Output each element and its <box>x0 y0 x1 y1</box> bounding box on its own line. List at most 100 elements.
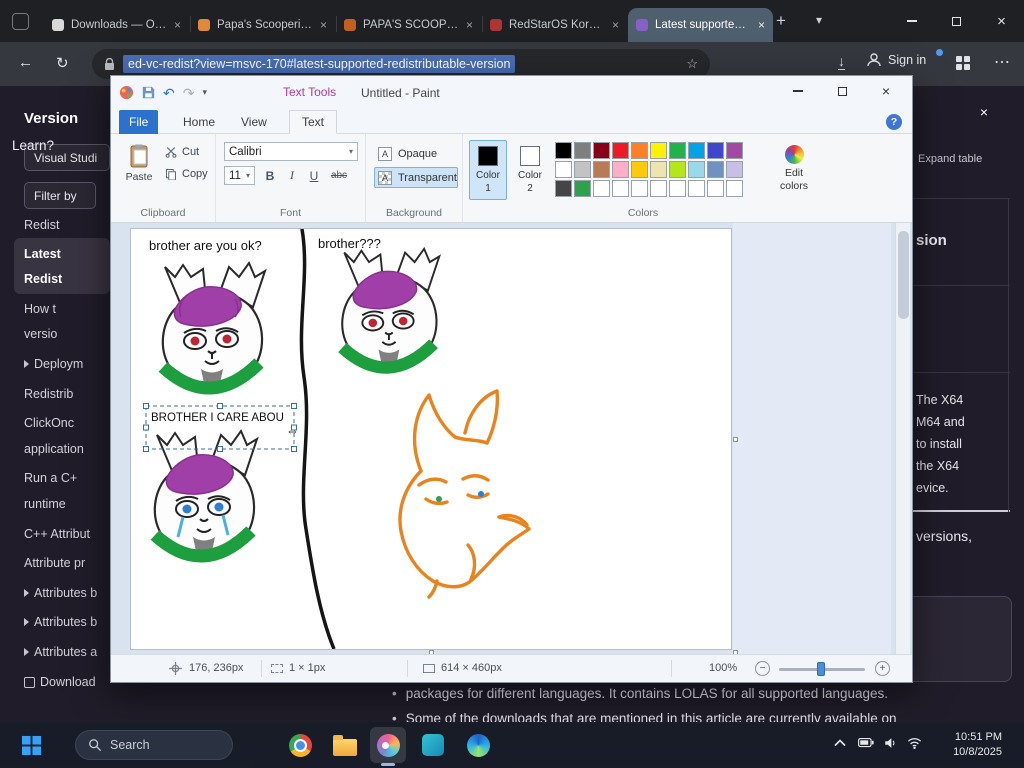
sidebar-item-download[interactable]: Download <box>24 672 96 692</box>
palette-swatch[interactable] <box>726 142 743 159</box>
transparent-button[interactable]: A Transparent <box>374 167 458 188</box>
tab-close-icon[interactable]: × <box>320 18 327 32</box>
tab-close-icon[interactable]: × <box>612 18 619 32</box>
palette-swatch[interactable] <box>726 161 743 178</box>
sidebar-item[interactable]: Attribute pr <box>24 553 85 573</box>
color2-button[interactable]: Color 2 <box>511 140 549 200</box>
taskbar-edge-icon[interactable] <box>460 727 496 763</box>
filter-by-button[interactable]: Filter by <box>24 182 96 209</box>
sidebar-item[interactable]: How t <box>24 299 56 319</box>
paste-button[interactable]: Paste <box>119 140 159 200</box>
palette-swatch[interactable] <box>574 180 591 197</box>
palette-swatch[interactable] <box>631 142 648 159</box>
zoom-slider-thumb[interactable] <box>817 662 825 676</box>
browser-tab-active[interactable]: Latest supporte… × <box>628 8 773 42</box>
search-input[interactable]: Search <box>75 730 233 760</box>
scrollbar-thumb[interactable] <box>898 231 909 319</box>
palette-swatch[interactable] <box>650 180 667 197</box>
color1-button[interactable]: Color 1 <box>469 140 507 200</box>
start-button[interactable] <box>16 730 46 760</box>
palette-swatch[interactable] <box>669 161 686 178</box>
palette-swatch[interactable] <box>612 161 629 178</box>
profile-sign-in[interactable]: Sign in <box>866 49 943 68</box>
palette-swatch[interactable] <box>669 142 686 159</box>
bookmark-star-icon[interactable]: ☆ <box>686 56 698 72</box>
group-label-clipboard[interactable]: Clipboard <box>111 207 215 219</box>
sidebar-item-selected[interactable]: Redist <box>24 269 62 289</box>
sidebar-item[interactable]: Deploym <box>24 354 83 374</box>
feedback-text-fragment[interactable]: Learn? <box>12 138 54 153</box>
paint-maximize-button[interactable] <box>820 76 864 106</box>
palette-swatch[interactable] <box>669 180 686 197</box>
undo-icon[interactable]: ↶ <box>163 86 175 100</box>
taskbar-dev-app-icon[interactable] <box>415 727 451 763</box>
taskbar-chrome-icon[interactable] <box>282 727 318 763</box>
tab-view[interactable]: View <box>231 110 277 134</box>
tray-overflow-chevron-icon[interactable] <box>834 739 846 747</box>
paint-minimize-button[interactable] <box>776 76 820 106</box>
palette-swatch[interactable] <box>631 161 648 178</box>
tab-close-icon[interactable]: × <box>174 18 181 32</box>
taskbar-file-explorer-icon[interactable] <box>327 727 363 763</box>
tab-file[interactable]: File <box>119 110 159 134</box>
browser-essentials-icon[interactable] <box>956 56 970 70</box>
palette-swatch[interactable] <box>707 161 724 178</box>
palette-swatch[interactable] <box>688 142 705 159</box>
sidebar-item[interactable]: runtime <box>24 494 66 514</box>
zoom-out-button[interactable]: − <box>755 661 770 676</box>
cut-button[interactable]: Cut <box>165 146 199 158</box>
palette-swatch[interactable] <box>726 180 743 197</box>
palette-swatch[interactable] <box>631 180 648 197</box>
paint-canvas-drawing[interactable]: brother are you ok? brother??? BROTHER I… <box>131 229 731 649</box>
close-icon[interactable]: × <box>980 104 988 120</box>
font-family-combobox[interactable]: Calibri ▾ <box>224 142 358 161</box>
palette-swatch[interactable] <box>612 180 629 197</box>
bold-button[interactable]: B <box>260 166 280 185</box>
redo-icon[interactable]: ↷ <box>183 86 195 100</box>
palette-swatch[interactable] <box>650 142 667 159</box>
sidebar-item[interactable]: Attributes b <box>24 583 97 603</box>
downloads-icon[interactable]: ↓ <box>838 53 845 70</box>
sidebar-item[interactable]: C++ Attribut <box>24 524 90 544</box>
zoom-slider[interactable] <box>779 662 865 676</box>
qat-dropdown-icon[interactable]: ▾ <box>202 87 207 98</box>
new-tab-button[interactable]: + <box>776 11 786 31</box>
browser-tab[interactable]: Downloads — O… × <box>44 8 189 42</box>
window-close-button[interactable]: × <box>979 0 1024 42</box>
settings-menu-icon[interactable]: ⋯ <box>994 52 1010 72</box>
palette-swatch[interactable] <box>650 161 667 178</box>
palette-swatch[interactable] <box>707 180 724 197</box>
sidebar-item[interactable]: application <box>24 439 84 459</box>
paint-title-bar[interactable]: ↶ ↷ ▾ Text Tools Untitled - Paint × <box>111 76 912 110</box>
browser-tab[interactable]: PAPA'S SCOOPER… × <box>336 8 481 42</box>
palette-swatch[interactable] <box>612 142 629 159</box>
zoom-in-button[interactable]: + <box>875 661 890 676</box>
window-maximize-button[interactable] <box>934 0 979 42</box>
font-size-combobox[interactable]: 11 ▾ <box>224 166 255 185</box>
tab-text-active[interactable]: Text <box>289 110 337 134</box>
palette-swatch[interactable] <box>555 180 572 197</box>
tab-close-icon[interactable]: × <box>466 18 473 32</box>
tab-home[interactable]: Home <box>173 110 225 134</box>
sidebar-item-selected[interactable]: Latest <box>24 244 61 264</box>
browser-tab[interactable]: Papa's Scooperi… × <box>190 8 335 42</box>
italic-button[interactable]: I <box>282 166 302 185</box>
palette-swatch[interactable] <box>688 161 705 178</box>
opaque-button[interactable]: A Opaque <box>374 143 458 164</box>
taskbar-paint-icon-active[interactable] <box>370 727 406 763</box>
palette-swatch[interactable] <box>555 142 572 159</box>
tab-activity-icon[interactable] <box>12 13 29 30</box>
back-icon[interactable]: ← <box>18 54 33 71</box>
sidebar-item[interactable]: Attributes b <box>24 612 97 632</box>
palette-swatch[interactable] <box>688 180 705 197</box>
sidebar-item[interactable]: Redistrib <box>24 384 73 404</box>
system-tray[interactable] <box>858 736 922 750</box>
refresh-icon[interactable]: ↻ <box>56 54 69 72</box>
sidebar-item[interactable]: ClickOnc <box>24 413 74 433</box>
sidebar-item[interactable]: Attributes a <box>24 642 97 662</box>
palette-swatch[interactable] <box>593 161 610 178</box>
palette-swatch[interactable] <box>555 161 572 178</box>
underline-button[interactable]: U <box>304 166 324 185</box>
paint-canvas[interactable]: brother are you ok? brother??? BROTHER I… <box>131 229 731 649</box>
window-minimize-button[interactable] <box>889 0 934 42</box>
